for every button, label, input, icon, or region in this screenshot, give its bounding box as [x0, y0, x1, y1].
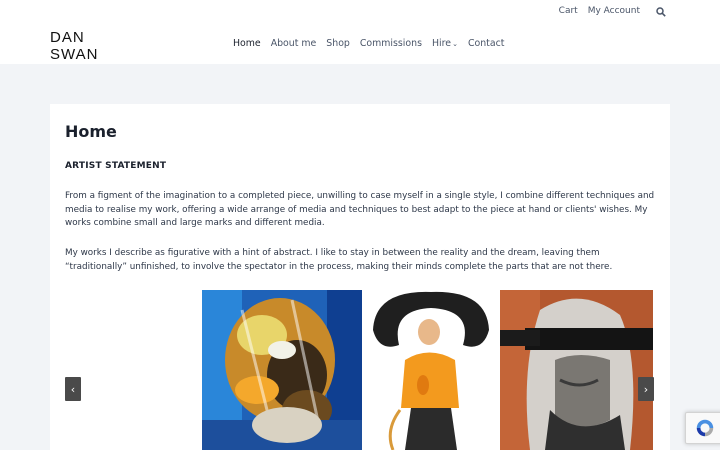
chevron-down-icon: ⌄ [452, 40, 458, 48]
artist-statement-heading: ARTIST STATEMENT [65, 161, 167, 171]
nav-contact[interactable]: Contact [468, 38, 504, 50]
statement-paragraph-2: My works I describe as figurative with a… [65, 248, 613, 272]
carousel-slide-blindfold[interactable] [500, 290, 653, 450]
content-card: Home ARTIST STATEMENT From a figment of … [50, 104, 670, 450]
chevron-left-icon: ‹ [70, 382, 76, 396]
blindfolded-woman-painting-image [500, 290, 653, 450]
recaptcha-icon [696, 419, 714, 437]
logo-line-1: DAN [50, 29, 85, 46]
page-title: Home [65, 122, 117, 141]
cart-link[interactable]: Cart [559, 5, 578, 18]
nav-hire-label: Hire [431, 38, 452, 49]
main-navigation: Home About me Shop Commissions Hire⌄ Con… [233, 38, 504, 50]
logo-line-2: SWAN [50, 46, 98, 61]
carousel-slide-lion[interactable] [202, 290, 362, 450]
nav-home[interactable]: Home [233, 38, 261, 50]
carousel-next-button[interactable]: › [638, 377, 654, 401]
nav-shop[interactable]: Shop [326, 38, 350, 50]
site-logo[interactable]: DAN SWAN [50, 28, 114, 61]
nav-about[interactable]: About me [271, 38, 317, 50]
artwork-carousel [50, 290, 670, 450]
search-icon[interactable] [656, 6, 666, 17]
logo-mark: DAN SWAN [50, 29, 98, 61]
lion-painting-image [202, 290, 362, 450]
carousel-prev-button[interactable]: ‹ [65, 377, 81, 401]
recaptcha-badge[interactable] [685, 412, 720, 444]
chevron-right-icon: › [643, 382, 649, 396]
statement-paragraph-1: From a figment of the imagination to a c… [65, 191, 655, 228]
nav-hire[interactable]: Hire⌄ [432, 38, 458, 50]
my-account-link[interactable]: My Account [588, 5, 640, 18]
site-header: DAN SWAN Cart My Account Home About me S… [0, 0, 720, 64]
carousel-slide-figure[interactable] [365, 290, 497, 450]
top-utility-bar: Cart My Account [549, 5, 666, 18]
nav-commissions[interactable]: Commissions [360, 38, 422, 50]
figure-painting-image [365, 290, 497, 450]
